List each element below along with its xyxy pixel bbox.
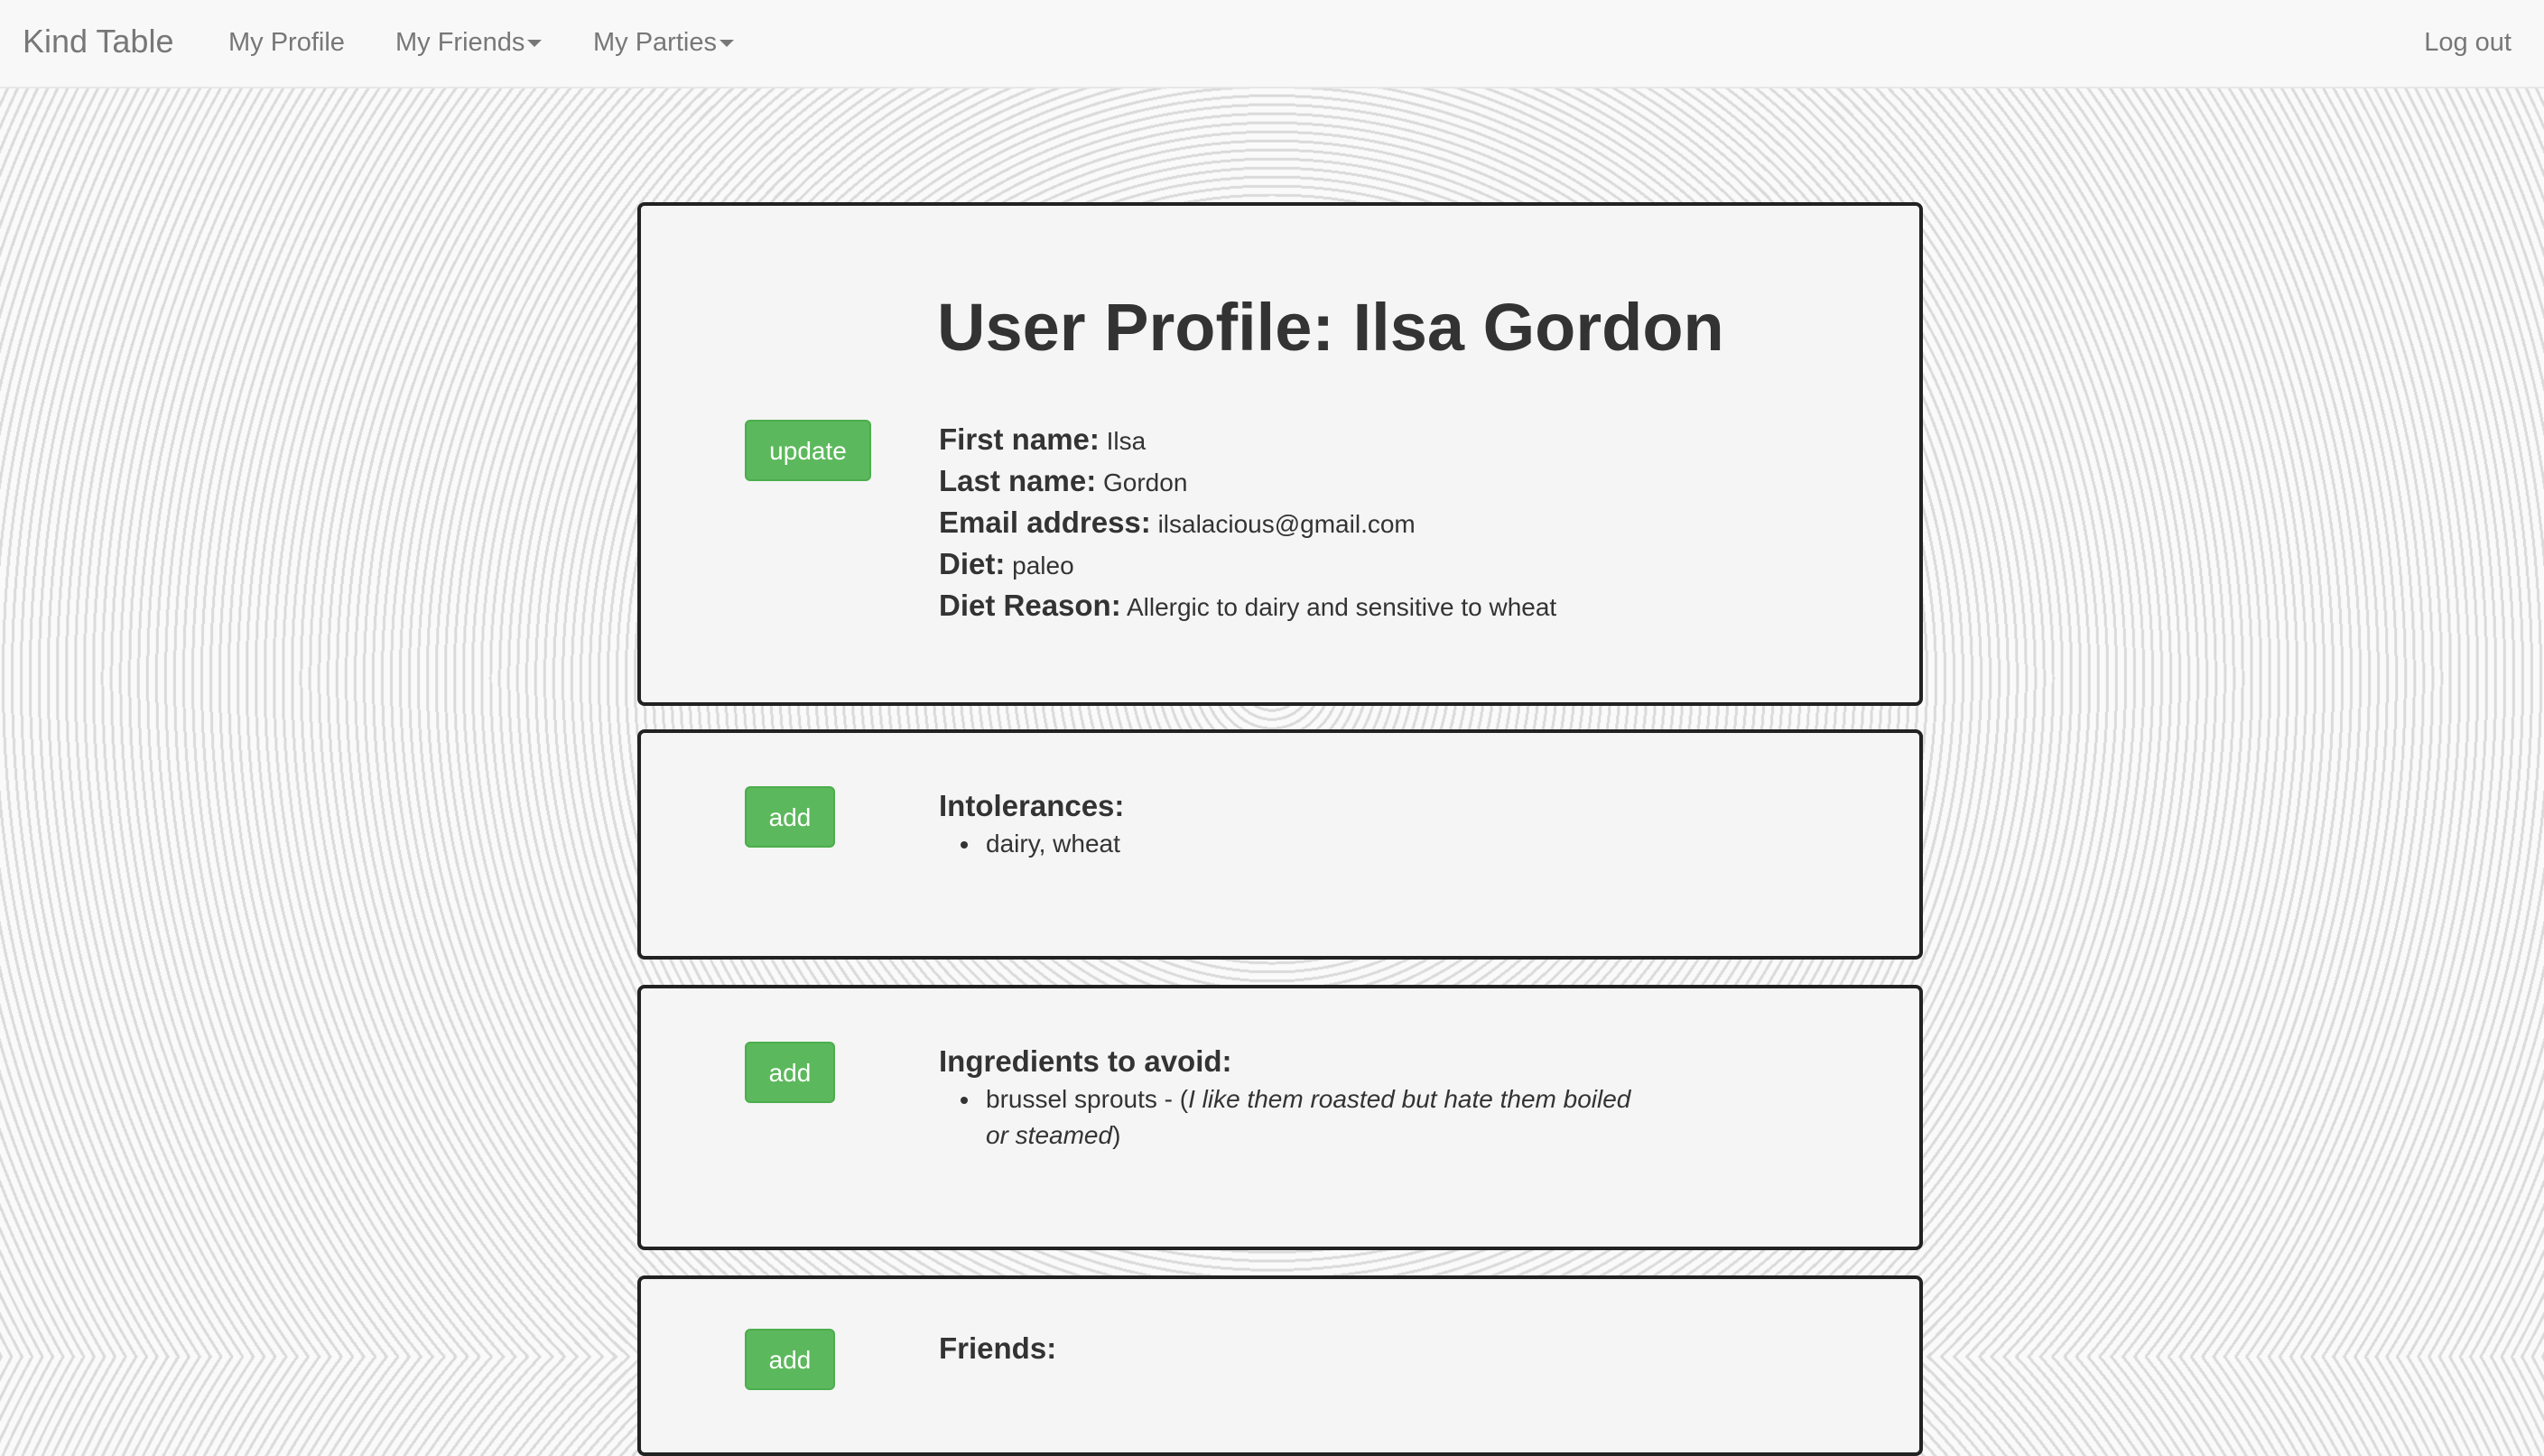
ingredient-close-paren: ) xyxy=(1112,1121,1121,1149)
nav-my-profile-label: My Profile xyxy=(228,28,345,57)
list-item: dairy, wheat xyxy=(961,826,1120,862)
update-button[interactable]: update xyxy=(745,420,871,481)
brand-link[interactable]: Kind Table xyxy=(23,23,173,60)
logout-link[interactable]: Log out xyxy=(2424,28,2512,58)
page-title: User Profile: Ilsa Gordon xyxy=(937,290,1724,365)
ingredient-note: I like them roasted but hate them boiled xyxy=(1188,1085,1631,1113)
add-ingredient-button[interactable]: add xyxy=(745,1042,835,1103)
diet-reason-value: Allergic to dairy and sensitive to wheat xyxy=(1126,593,1557,621)
nav-my-friends-label: My Friends xyxy=(395,28,525,57)
ingredients-panel: add Ingredients to avoid: brussel sprout… xyxy=(637,985,1923,1250)
friends-heading: Friends: xyxy=(939,1331,1057,1365)
add-intolerance-button[interactable]: add xyxy=(745,786,835,848)
add-friend-button[interactable]: add xyxy=(745,1329,835,1390)
navbar: Kind Table My Profile My Friends My Part… xyxy=(0,0,2544,88)
intolerances-heading: Intolerances: xyxy=(939,789,1125,822)
diet-value: paleo xyxy=(1012,552,1074,580)
nav-my-parties-dropdown[interactable]: My Parties xyxy=(593,28,734,58)
last-name-label: Last name: xyxy=(939,464,1097,497)
last-name-value: Gordon xyxy=(1103,468,1188,496)
profile-panel: User Profile: Ilsa Gordon update First n… xyxy=(637,202,1923,706)
chevron-down-icon xyxy=(719,40,734,48)
list-item: brussel sprouts - (I like them roasted b… xyxy=(960,1081,1631,1154)
diet-label: Diet: xyxy=(939,547,1006,580)
first-name-value: Ilsa xyxy=(1106,427,1147,455)
ingredient-name: brussel sprouts - ( xyxy=(986,1085,1189,1113)
nav-my-parties-label: My Parties xyxy=(593,28,717,57)
email-value: ilsalacious@gmail.com xyxy=(1157,510,1416,538)
chevron-down-icon xyxy=(527,40,543,48)
nav-my-friends-dropdown[interactable]: My Friends xyxy=(395,28,543,58)
intolerances-panel: add Intolerances: dairy, wheat xyxy=(637,729,1923,960)
diet-reason-field: Diet Reason: Allergic to dairy and sensi… xyxy=(939,589,1556,623)
email-label: Email address: xyxy=(939,505,1151,539)
ingredients-heading: Ingredients to avoid: xyxy=(939,1044,1232,1078)
nav-my-profile[interactable]: My Profile xyxy=(228,28,345,58)
email-field: Email address: ilsalacious@gmail.com xyxy=(939,505,1416,540)
ingredient-note-continued: or steamed xyxy=(986,1121,1113,1149)
friends-panel: add Friends: xyxy=(637,1275,1923,1456)
last-name-field: Last name: Gordon xyxy=(939,464,1187,498)
diet-reason-label: Diet Reason: xyxy=(939,589,1121,622)
first-name-label: First name: xyxy=(939,422,1100,456)
first-name-field: First name: Ilsa xyxy=(939,422,1146,457)
diet-field: Diet: paleo xyxy=(939,547,1074,581)
